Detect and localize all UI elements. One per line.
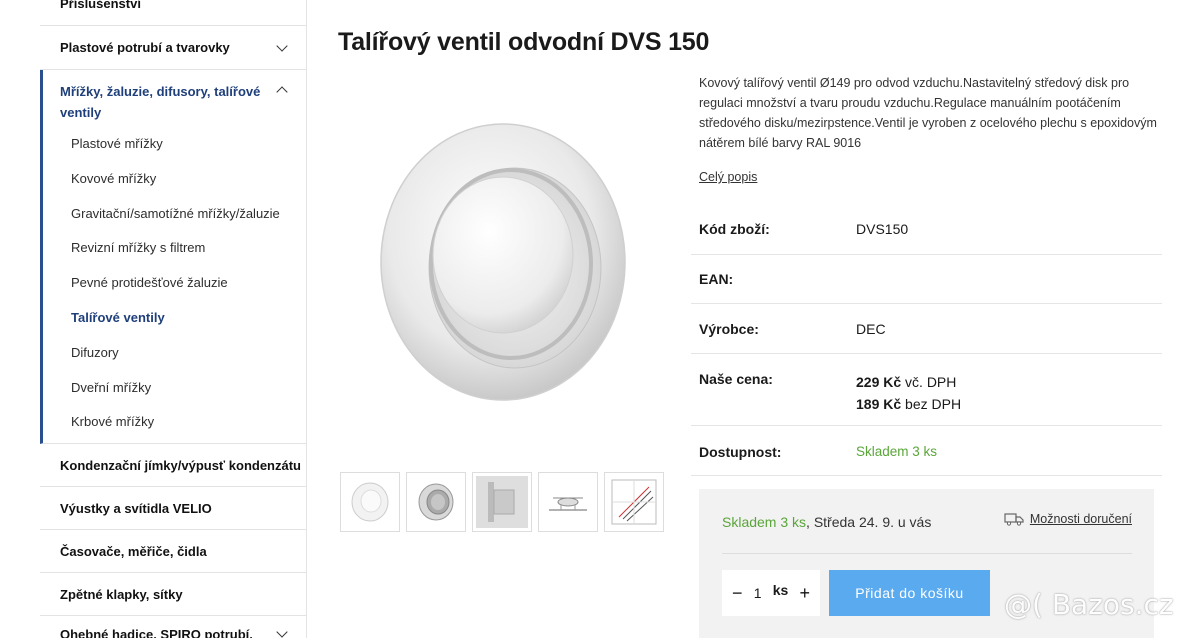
product-description: Kovový talířový ventil Ø149 pro odvod vz… — [699, 76, 1157, 150]
qty-minus-button[interactable]: − — [732, 583, 743, 604]
subcategory-item[interactable]: Revizní mřížky s filtrem — [71, 233, 306, 268]
category-label: Ohebné hadice, SPIRO potrubí, — [60, 627, 253, 638]
chevron-down-icon — [276, 40, 288, 52]
category-prislusenstvi[interactable]: Příslušenství — [40, 0, 306, 26]
param-label: Kód zboží: — [699, 221, 770, 237]
product-params: Kód zboží: DVS150 EAN: Výrobce: DEC Naše… — [691, 205, 1162, 476]
stock-status: Skladem 3 ks — [722, 514, 807, 530]
subcategory-item[interactable]: Kovové mřížky — [71, 164, 306, 199]
category-kondenzacni-jimky[interactable]: Kondenzační jímky/výpusť kondenzátu — [40, 444, 306, 488]
subcategory-item[interactable]: Difuzory — [71, 338, 306, 373]
param-label: Naše cena: — [699, 371, 773, 387]
subcategory-item[interactable]: Dveřní mřížky — [71, 373, 306, 408]
thumbnail-metal[interactable] — [406, 472, 466, 532]
param-row-maker — [691, 304, 1162, 354]
qty-input[interactable]: 1 — [754, 585, 762, 601]
price-block: 229 Kč vč. DPH 189 Kč bez DPH — [856, 371, 961, 415]
divider — [722, 553, 1132, 554]
param-value: DVS150 — [856, 221, 909, 237]
category-plastove-potrubi[interactable]: Plastové potrubí a tvarovky — [40, 26, 306, 70]
subcategory-item-active[interactable]: Talířové ventily — [71, 303, 306, 338]
param-label: Výrobce: — [699, 321, 759, 337]
category-ohebne-hadice[interactable]: Ohebné hadice, SPIRO potrubí, — [40, 616, 306, 638]
thumbnail-chart[interactable] — [604, 472, 664, 532]
param-value: DEC — [856, 321, 886, 337]
category-label: Časovače, měřiče, čidla — [60, 544, 207, 560]
delivery-date: , Středa 24. 9. u vás — [806, 514, 932, 530]
watermark-logo: @( Bazos.cz — [1004, 588, 1174, 621]
subcategory-item[interactable]: Gravitační/samotížné mřížky/žaluzie — [71, 199, 306, 234]
availability-value: Skladem 3 ks — [856, 444, 938, 459]
truck-icon — [1004, 513, 1024, 526]
category-casovace[interactable]: Časovače, měřiče, čidla — [40, 530, 306, 574]
category-label: Zpětné klapky, sítky — [60, 587, 183, 603]
category-sidebar: Příslušenství Plastové potrubí a tvarovk… — [40, 0, 307, 638]
param-label: EAN: — [699, 271, 734, 287]
subcategory-item[interactable]: Plastové mřížky — [71, 129, 306, 164]
category-label: Mřížky, žaluzie, difusory, talířové vent… — [60, 84, 261, 120]
thumbnail-side[interactable] — [472, 472, 532, 532]
param-label: Dostupnost: — [699, 444, 782, 460]
category-label: Výustky a svítidla VELIO — [60, 501, 212, 517]
price-without-vat: 189 Kč — [856, 396, 902, 412]
subcategory-item[interactable]: Pevné protidešťové žaluzie — [71, 268, 306, 303]
delivery-options-link[interactable]: Možnosti doručení — [1004, 512, 1132, 526]
thumbnail-drawing[interactable] — [538, 472, 598, 532]
category-label: Plastové potrubí a tvarovky — [60, 40, 230, 55]
category-label: Příslušenství — [60, 0, 141, 11]
subcategory-list: Plastové mřížky Kovové mřížky Gravitační… — [60, 123, 306, 443]
category-mrizky-open[interactable]: Mřížky, žaluzie, difusory, talířové vent… — [40, 70, 306, 445]
thumbnail-gallery — [340, 472, 664, 532]
price-with-vat-suffix: vč. DPH — [901, 374, 957, 390]
product-image[interactable] — [375, 120, 633, 405]
add-to-cart-button[interactable]: Přidat do košíku — [829, 570, 990, 616]
category-vyustky[interactable]: Výustky a svítidla VELIO — [40, 487, 306, 531]
subcategory-item[interactable]: Krbové mřížky — [71, 407, 306, 442]
stock-line: Skladem 3 ks, Středa 24. 9. u vás — [722, 514, 931, 530]
thumbnail-front[interactable] — [340, 472, 400, 532]
category-label: Kondenzační jímky/výpusť kondenzátu — [60, 458, 301, 474]
price-with-vat: 229 Kč — [856, 374, 902, 390]
quantity-stepper: − 1 ks + — [722, 570, 820, 616]
qty-plus-button[interactable]: + — [799, 583, 810, 604]
chevron-down-icon — [276, 626, 288, 638]
category-zpetne-klapky[interactable]: Zpětné klapky, sítky — [40, 573, 306, 617]
product-title: Talířový ventil odvodní DVS 150 — [338, 28, 710, 56]
price-without-vat-suffix: bez DPH — [901, 396, 962, 412]
qty-unit: ks — [772, 582, 789, 598]
param-row-ean — [691, 255, 1162, 304]
full-description-link[interactable]: Celý popis — [699, 170, 757, 184]
delivery-options-label: Možnosti doručení — [1029, 512, 1132, 526]
